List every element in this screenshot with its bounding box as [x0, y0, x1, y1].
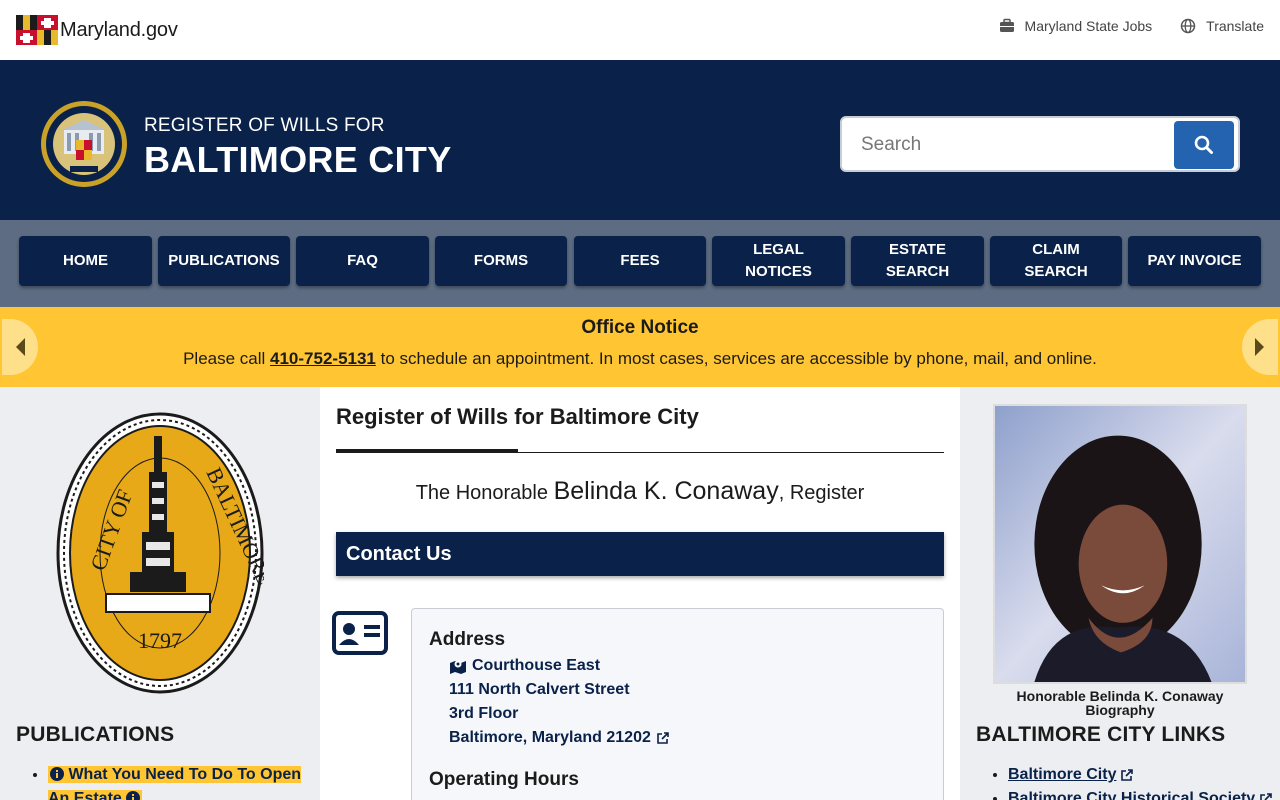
alert-phone-link[interactable]: 410-752-5131 — [270, 349, 376, 368]
header-subtitle: REGISTER OF WILLS FOR — [144, 115, 385, 136]
address-line-4: Baltimore, Maryland 21202 — [449, 729, 651, 746]
search-icon — [1194, 135, 1213, 154]
address-city-link[interactable]: Baltimore, Maryland 21202 — [449, 729, 669, 747]
portrait-caption[interactable]: Honorable Belinda K. Conaway Biography — [960, 689, 1280, 717]
map-icon — [450, 660, 466, 674]
address-line-2[interactable]: 111 North Calvert Street — [449, 681, 630, 699]
publication-link[interactable]: What You Need To Do To Open An Estate — [48, 766, 302, 800]
nav-faq[interactable]: FAQ — [296, 236, 429, 286]
office-notice-banner: Office Notice Please call 410-752-5131 t… — [0, 307, 1280, 387]
right-sidebar: Honorable Belinda K. Conaway Biography B… — [960, 387, 1280, 800]
nav-legal-notices[interactable]: LEGAL NOTICES — [712, 236, 845, 286]
link-label: Baltimore City Historical Society — [1008, 790, 1256, 800]
alert-text-before: Please call — [183, 349, 271, 368]
list-item: Baltimore City Historical Society — [1008, 787, 1272, 800]
info-icon — [50, 767, 64, 781]
nav-fees[interactable]: FEES — [574, 236, 706, 286]
nav-forms[interactable]: FORMS — [435, 236, 567, 286]
list-item: What You Need To Do To Open An Estate — [48, 763, 310, 800]
register-name: Belinda K. Conaway — [553, 477, 779, 505]
nav-estate-search[interactable]: ESTATE SEARCH — [851, 236, 984, 286]
maryland-flag-icon — [16, 15, 58, 45]
register-seal-icon[interactable] — [40, 100, 128, 188]
header-title[interactable]: BALTIMORE CITY — [144, 139, 452, 181]
external-link-icon — [1260, 792, 1272, 800]
list-item: Baltimore City — [1008, 763, 1272, 787]
alert-title: Office Notice — [581, 317, 699, 338]
alert-message: Please call 410-752-5131 to schedule an … — [0, 349, 1280, 369]
external-link-icon — [657, 731, 669, 744]
nav-home[interactable]: HOME — [19, 236, 152, 286]
link-label: Baltimore City — [1008, 766, 1117, 783]
title-divider — [336, 452, 944, 453]
site-header: REGISTER OF WILLS FOR BALTIMORE CITY — [0, 60, 1280, 220]
nav-publications[interactable]: PUBLICATIONS — [158, 236, 290, 286]
nav-claim-search[interactable]: CLAIM SEARCH — [990, 236, 1122, 286]
search-box — [840, 116, 1240, 172]
alert-text-after: to schedule an appointment. In most case… — [375, 349, 1097, 368]
operating-hours-heading: Operating Hours — [429, 769, 579, 790]
state-jobs-label: Maryland State Jobs — [1024, 18, 1153, 34]
search-button[interactable] — [1174, 121, 1234, 169]
address-line-3[interactable]: 3rd Floor — [449, 705, 518, 723]
translate-link[interactable]: Translate — [1180, 18, 1264, 34]
external-link-icon — [1121, 768, 1134, 781]
register-portrait-image[interactable] — [993, 404, 1247, 684]
main-content: Register of Wills for Baltimore City The… — [320, 387, 960, 800]
state-jobs-link[interactable]: Maryland State Jobs — [999, 18, 1153, 34]
search-input[interactable] — [852, 127, 1172, 163]
caption-line-1: Honorable Belinda K. Conaway — [1016, 688, 1224, 704]
caption-line-2: Biography — [1085, 702, 1155, 718]
left-sidebar: CITY OF BALTIMORE 1797 PUBLICATIONS What… — [0, 387, 320, 800]
address-line-1: Courthouse East — [472, 657, 601, 674]
chevron-right-icon — [1255, 338, 1264, 356]
address-heading: Address — [429, 629, 506, 650]
address-card: Address Courthouse East 111 North Calver… — [411, 608, 944, 800]
publications-list: What You Need To Do To Open An Estate — [30, 763, 310, 800]
link-historical-society[interactable]: Baltimore City Historical Society — [1008, 787, 1272, 800]
globe-icon — [1180, 18, 1196, 34]
register-name-line: The Honorable Belinda K. Conaway, Regist… — [320, 477, 960, 506]
honorable-suffix: , Register — [778, 482, 865, 504]
honorable-prefix: The Honorable — [415, 482, 554, 504]
utility-bar: Maryland.gov Maryland State Jobs Transla… — [0, 0, 1280, 60]
brand-text: Maryland.gov — [60, 18, 178, 41]
publications-heading: PUBLICATIONS — [16, 723, 175, 746]
translate-label: Translate — [1206, 18, 1264, 34]
publication-label: What You Need To Do To Open An Estate — [48, 766, 302, 800]
svg-text:1797: 1797 — [138, 628, 182, 653]
address-building-link[interactable]: Courthouse East — [449, 657, 600, 675]
contact-card-icon — [332, 611, 388, 655]
main-nav: HOME PUBLICATIONS FAQ FORMS FEES LEGAL N… — [0, 220, 1280, 307]
info-icon — [126, 791, 141, 800]
contact-us-heading: Contact Us — [336, 532, 944, 576]
briefcase-icon — [999, 18, 1014, 32]
nav-pay-invoice[interactable]: PAY INVOICE — [1128, 236, 1261, 286]
city-seal-image: CITY OF BALTIMORE 1797 — [56, 412, 264, 694]
city-links-list: Baltimore City Baltimore City Historical… — [990, 763, 1272, 800]
maryland-gov-logo[interactable]: Maryland.gov — [16, 15, 178, 45]
page-title: Register of Wills for Baltimore City — [336, 404, 699, 429]
link-baltimore-city[interactable]: Baltimore City — [1008, 763, 1134, 787]
city-links-heading: BALTIMORE CITY LINKS — [976, 723, 1226, 746]
